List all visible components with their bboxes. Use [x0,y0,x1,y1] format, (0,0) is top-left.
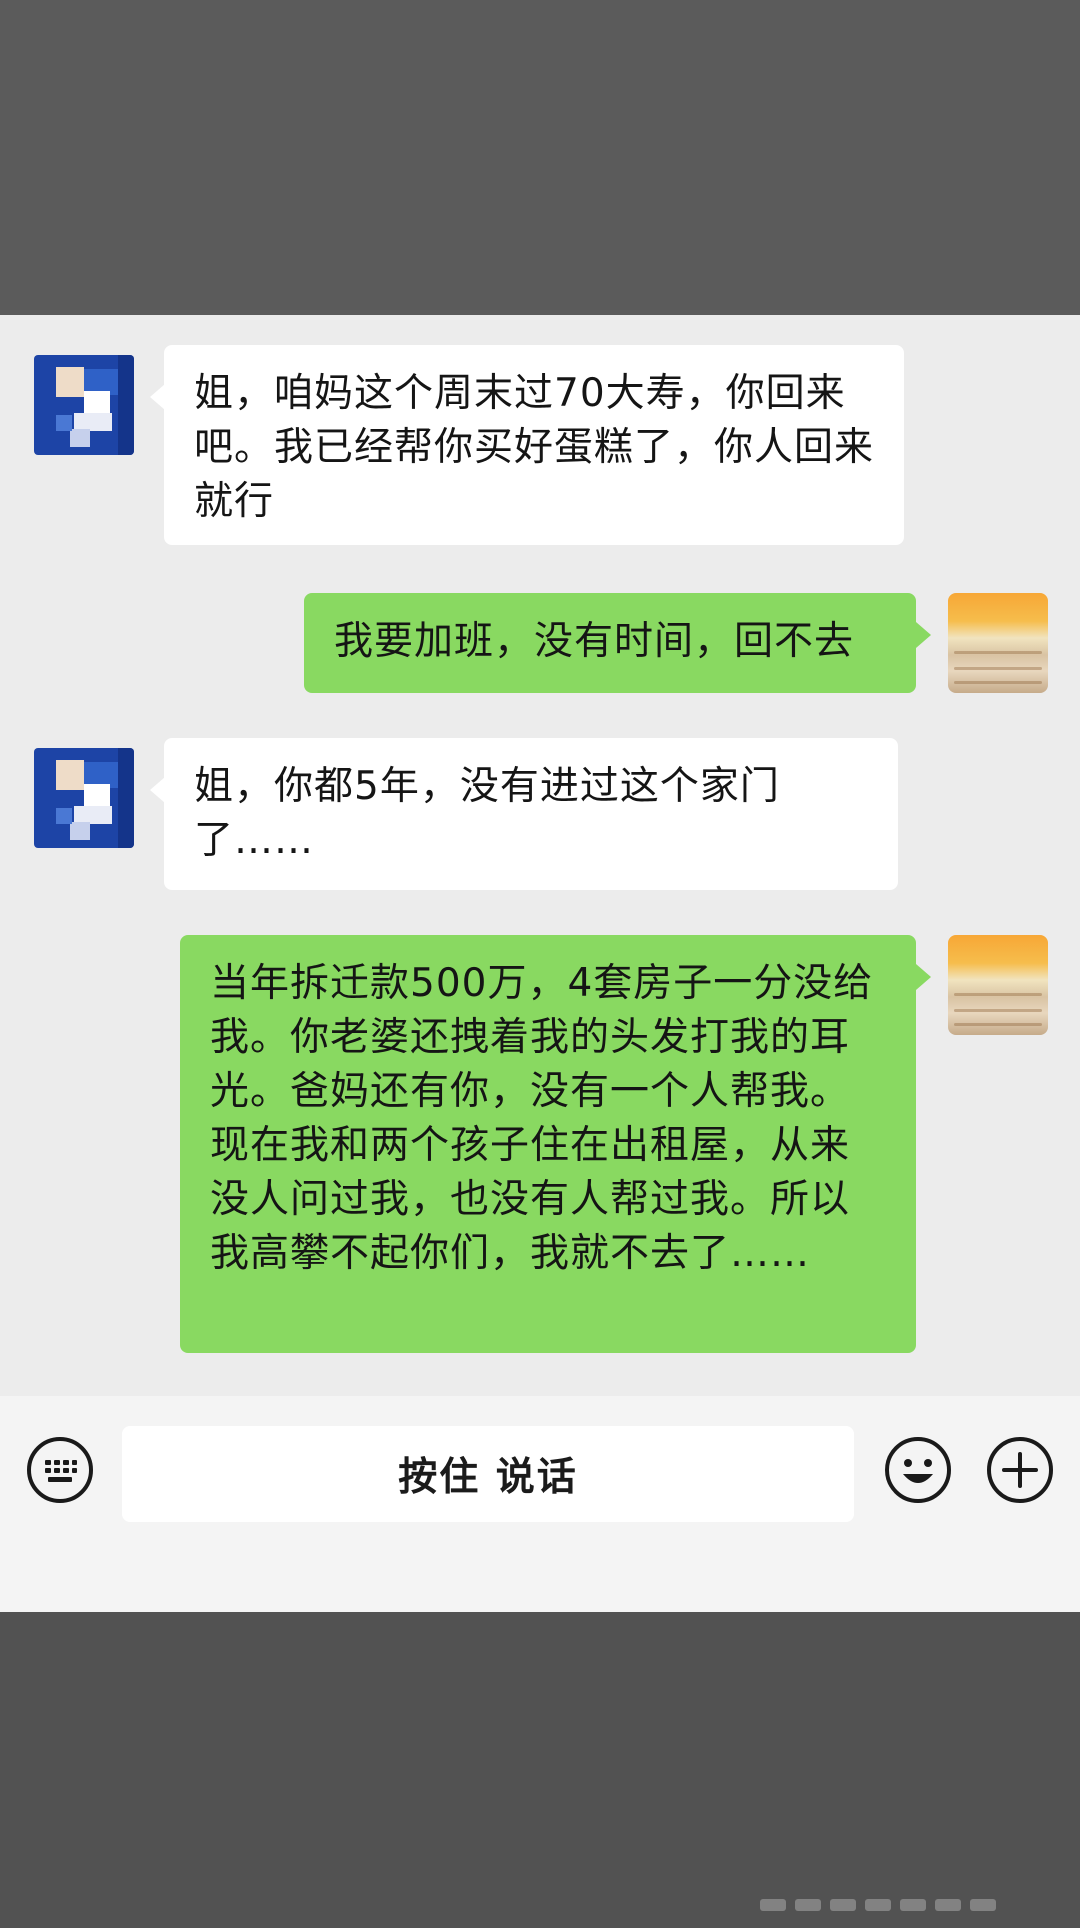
message-text: 姐，你都5年，没有进过这个家门了…… [194,764,780,863]
message-bubble-incoming[interactable]: 姐，咱妈这个周末过70大寿，你回来吧。我已经帮你买好蛋糕了，你人回来就行 [164,345,904,545]
contact-avatar[interactable] [34,355,134,455]
message-bubble-incoming[interactable]: 姐，你都5年，没有进过这个家门了…… [164,738,898,890]
bottom-dark-frame [0,1612,1080,1928]
plus-icon[interactable] [986,1436,1054,1504]
contact-avatar[interactable] [34,748,134,848]
message-text: 当年拆迁款500万，4套房子一分没给我。你老婆还拽着我的头发打我的耳光。爸妈还有… [210,961,874,1276]
self-avatar[interactable] [948,935,1048,1035]
chat-input-bar: 按住 说话 [0,1396,1080,1612]
message-text: 姐，咱妈这个周末过70大寿，你回来吧。我已经帮你买好蛋糕了，你人回来就行 [194,371,875,524]
bubble-tail [150,777,165,803]
emoji-icon[interactable] [884,1436,952,1504]
blurred-watermark [760,1899,1060,1913]
top-dark-frame [0,0,1080,315]
hold-to-talk-button[interactable]: 按住 说话 [122,1426,854,1522]
bubble-tail [916,622,931,648]
keyboard-icon[interactable] [26,1436,94,1504]
self-avatar[interactable] [948,593,1048,693]
message-bubble-outgoing[interactable]: 我要加班，没有时间，回不去 [304,593,916,693]
bubble-tail [150,384,165,410]
message-text: 我要加班，没有时间，回不去 [334,619,855,664]
chat-screen: 姐，咱妈这个周末过70大寿，你回来吧。我已经帮你买好蛋糕了，你人回来就行 我要加… [0,315,1080,1612]
bubble-tail [916,964,931,990]
message-bubble-outgoing[interactable]: 当年拆迁款500万，4套房子一分没给我。你老婆还拽着我的头发打我的耳光。爸妈还有… [180,935,916,1353]
